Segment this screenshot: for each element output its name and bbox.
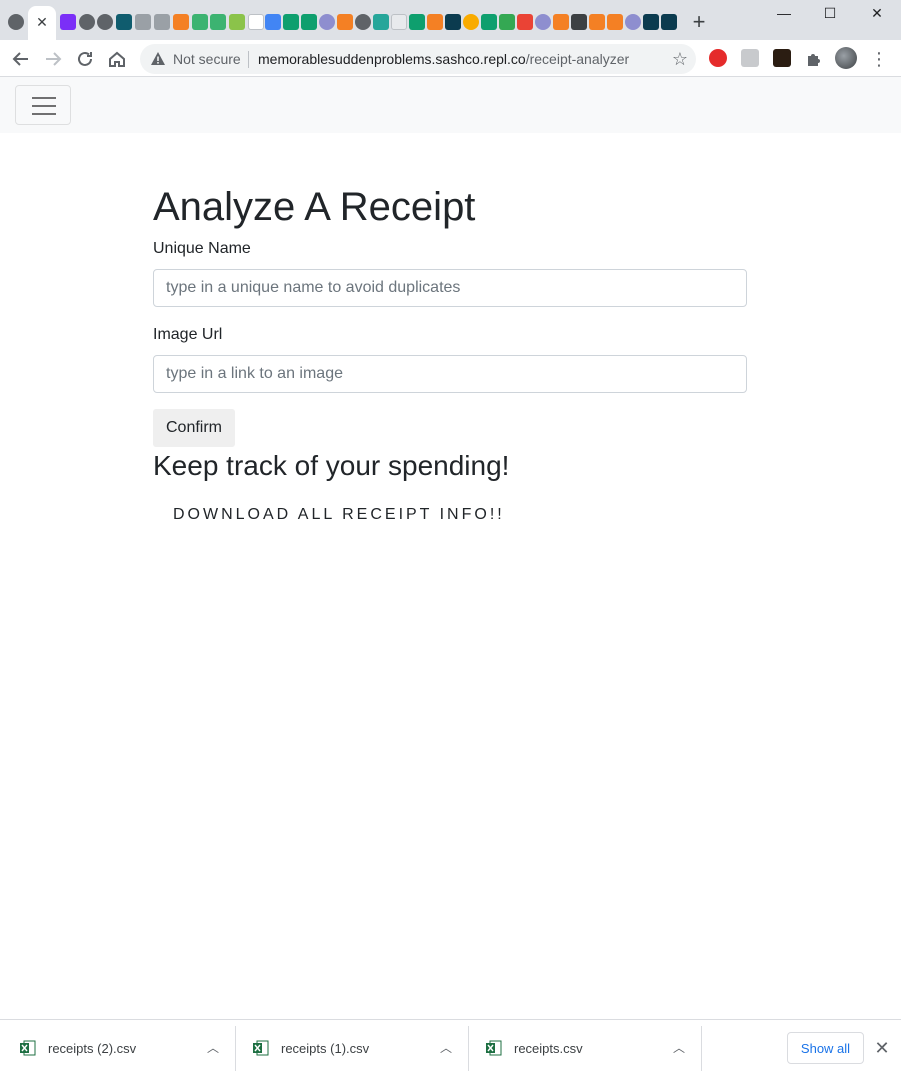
unique-name-input[interactable] xyxy=(153,269,747,307)
address-bar[interactable]: Not secure memorablesuddenproblems.sashc… xyxy=(140,44,696,74)
tab-favicon[interactable] xyxy=(229,14,245,30)
download-item[interactable]: receipts (1).csv ︿ xyxy=(233,1026,465,1071)
tab-favicon[interactable] xyxy=(481,14,497,30)
tab-favicon[interactable] xyxy=(409,14,425,30)
navbar xyxy=(0,77,901,133)
bookmark-star-icon[interactable]: ☆ xyxy=(670,49,690,69)
download-file-name: receipts (2).csv xyxy=(48,1041,137,1056)
forward-icon[interactable] xyxy=(42,48,64,70)
tab-favicon[interactable] xyxy=(173,14,189,30)
tab-favicon[interactable] xyxy=(283,14,299,30)
tab-favicon[interactable] xyxy=(373,14,389,30)
download-item[interactable]: receipts (2).csv ︿ xyxy=(0,1026,232,1071)
download-divider xyxy=(701,1026,702,1071)
tab-favicon[interactable] xyxy=(571,14,587,30)
tab-favicon[interactable] xyxy=(535,14,551,30)
url-text[interactable]: memorablesuddenproblems.sashco.repl.co/r… xyxy=(258,51,629,67)
excel-file-icon xyxy=(253,1040,269,1056)
warning-icon[interactable] xyxy=(150,51,166,67)
tab-favicon[interactable] xyxy=(445,14,461,30)
home-icon[interactable] xyxy=(106,48,128,70)
tab-favicon[interactable] xyxy=(391,14,407,30)
menu-kebab-icon[interactable]: ⋮ xyxy=(870,48,888,70)
tab-favicon[interactable] xyxy=(319,14,335,30)
url-path: /receipt-analyzer xyxy=(525,51,630,67)
back-icon[interactable] xyxy=(10,48,32,70)
chevron-up-icon[interactable]: ︿ xyxy=(670,1039,688,1057)
tab-favicon[interactable] xyxy=(154,14,170,30)
new-tab-icon[interactable]: + xyxy=(688,11,710,33)
excel-file-icon xyxy=(20,1040,36,1056)
download-file-name: receipts (1).csv xyxy=(281,1041,370,1056)
browser-toolbar: Not secure memorablesuddenproblems.sashc… xyxy=(0,40,901,77)
tab-favicon[interactable] xyxy=(517,14,533,30)
hamburger-icon-bar xyxy=(32,113,56,115)
tab-favicon[interactable] xyxy=(265,14,281,30)
tab-favicon[interactable] xyxy=(337,14,353,30)
tab-close-icon[interactable]: ✕ xyxy=(33,13,51,31)
reload-icon[interactable] xyxy=(74,48,96,70)
tab-favicon[interactable] xyxy=(625,14,641,30)
security-label[interactable]: Not secure xyxy=(173,51,241,67)
extension-icon[interactable] xyxy=(741,49,759,67)
download-shelf: receipts (2).csv ︿ receipts (1).csv ︿ re… xyxy=(0,1019,901,1076)
tab-favicon[interactable] xyxy=(97,14,113,30)
chevron-up-icon[interactable]: ︿ xyxy=(437,1039,455,1057)
tab-favicon[interactable] xyxy=(210,14,226,30)
image-url-input[interactable] xyxy=(153,355,747,393)
url-host: memorablesuddenproblems.sashco.repl.co xyxy=(258,51,526,67)
close-shelf-icon[interactable]: ✕ xyxy=(872,1038,892,1058)
image-url-label: Image Url xyxy=(153,326,223,343)
download-receipts-link[interactable]: DOWNLOAD ALL RECEIPT INFO!! xyxy=(173,506,505,524)
page-title: Analyze A Receipt xyxy=(153,185,476,229)
download-item[interactable]: receipts.csv ︿ xyxy=(466,1026,698,1071)
tab-favicon[interactable] xyxy=(8,14,24,30)
adblock-extension-icon[interactable] xyxy=(709,49,727,67)
hamburger-icon-bar xyxy=(32,97,56,99)
puzzle-extensions-icon[interactable] xyxy=(803,48,825,70)
url-divider xyxy=(248,51,249,68)
spending-heading: Keep track of your spending! xyxy=(153,450,510,481)
tab-favicon[interactable] xyxy=(499,14,515,30)
maximize-icon[interactable]: ☐ xyxy=(810,2,850,24)
tab-favicon[interactable] xyxy=(355,14,371,30)
show-all-downloads-button[interactable]: Show all xyxy=(787,1032,864,1064)
tab-favicon[interactable] xyxy=(427,14,443,30)
unique-name-label: Unique Name xyxy=(153,240,251,257)
tab-favicon[interactable] xyxy=(116,14,132,30)
chevron-up-icon[interactable]: ︿ xyxy=(204,1039,222,1057)
tab-favicon[interactable] xyxy=(60,14,76,30)
extension-icon[interactable] xyxy=(773,49,791,67)
confirm-button[interactable]: Confirm xyxy=(153,409,235,447)
tab-favicon[interactable] xyxy=(463,14,479,30)
tab-favicon[interactable] xyxy=(589,14,605,30)
excel-file-icon xyxy=(486,1040,502,1056)
tab-favicon[interactable] xyxy=(301,14,317,30)
hamburger-menu-button[interactable] xyxy=(15,85,71,125)
hamburger-icon-bar xyxy=(32,105,56,107)
tab-favicon[interactable] xyxy=(607,14,623,30)
profile-avatar[interactable] xyxy=(835,47,857,69)
tab-favicon[interactable] xyxy=(661,14,677,30)
tab-favicon[interactable] xyxy=(79,14,95,30)
tab-favicon[interactable] xyxy=(135,14,151,30)
tab-favicon[interactable] xyxy=(643,14,659,30)
tab-favicon[interactable] xyxy=(248,14,264,30)
download-file-name: receipts.csv xyxy=(514,1041,583,1056)
tab-favicon[interactable] xyxy=(553,14,569,30)
tab-favicon[interactable] xyxy=(192,14,208,30)
tab-strip: ✕ + — ☐ ✕ xyxy=(0,0,901,40)
window-close-icon[interactable]: ✕ xyxy=(857,2,897,24)
minimize-icon[interactable]: — xyxy=(764,2,804,24)
